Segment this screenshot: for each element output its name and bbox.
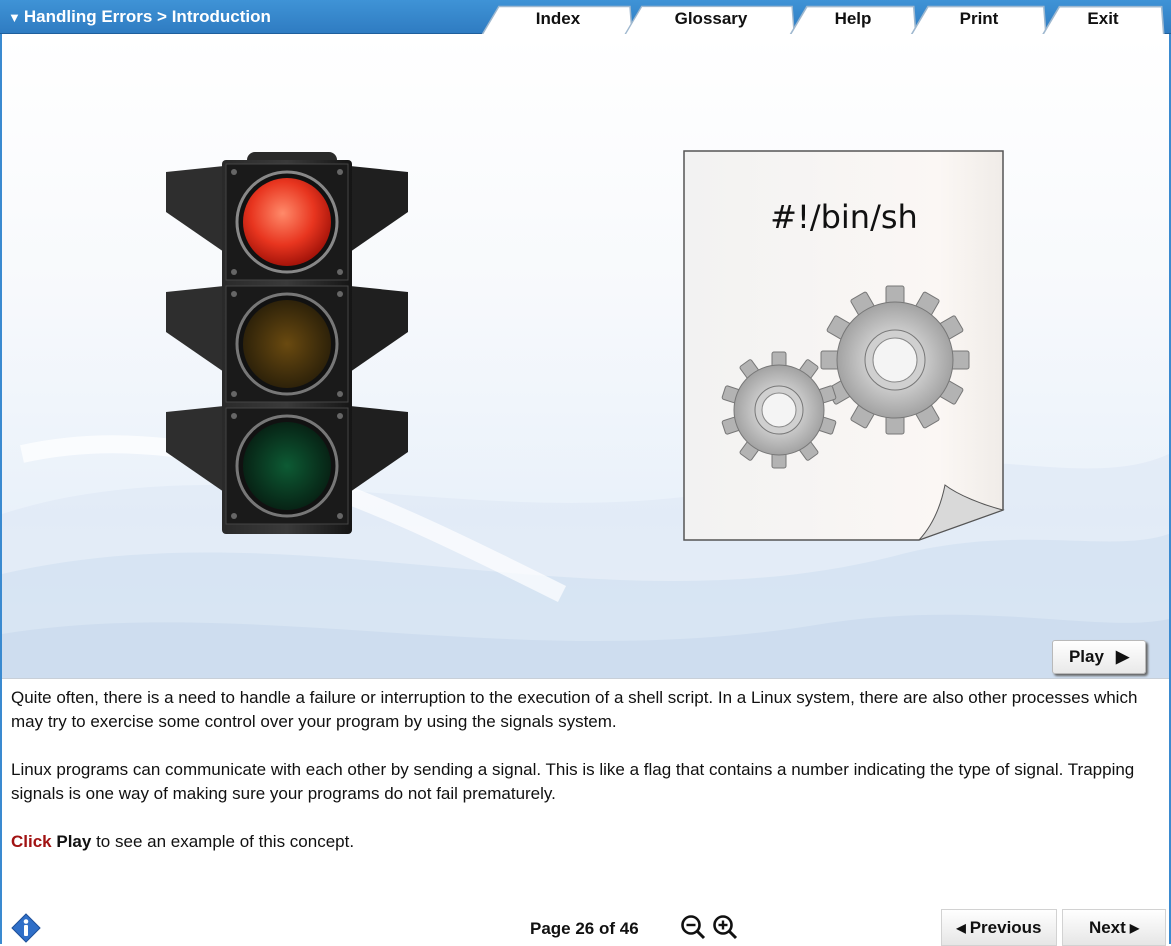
instruction-play: Play	[56, 832, 92, 851]
script-document: #!/bin/sh	[683, 150, 1005, 542]
instruction-click: Click	[11, 832, 52, 851]
instruction: Click Play to see an example of this con…	[11, 830, 1151, 854]
tab-index[interactable]: Index	[475, 5, 633, 47]
header-tabs: Index Glossary Help Print Exit	[475, 4, 1165, 52]
next-label: Next	[1088, 917, 1126, 937]
paragraph-2: Linux programs can communicate with each…	[11, 760, 1135, 803]
next-arrow-icon: ▶	[1129, 920, 1140, 935]
paragraph-1: Quite often, there is a need to handle a…	[11, 688, 1138, 731]
zoom-out-icon[interactable]	[680, 914, 706, 940]
footer-bar: Page 26 of 46 ◀ Previous Next ▶	[0, 904, 1171, 946]
page-indicator: Page 26 of 46	[530, 919, 639, 938]
breadcrumb-text: Handling Errors > Introduction	[23, 7, 271, 26]
breadcrumb: ▼ Handling Errors > Introduction	[8, 7, 271, 27]
play-button[interactable]: Play ▶	[1052, 640, 1146, 674]
gears-icon	[721, 285, 970, 469]
collapse-triangle-icon[interactable]: ▼	[8, 10, 21, 25]
instruction-rest: to see an example of this concept.	[91, 832, 355, 851]
play-label: Play	[1068, 647, 1104, 666]
shebang-text: #!/bin/sh	[770, 198, 918, 236]
next-button[interactable]: Next ▶	[1062, 909, 1166, 946]
header-bar: ▼ Handling Errors > Introduction Index G…	[0, 0, 1171, 52]
narration-text: Quite often, there is a need to handle a…	[11, 686, 1151, 878]
zoom-in-icon[interactable]	[712, 914, 738, 940]
previous-arrow-icon: ◀	[956, 920, 966, 935]
previous-label: Previous	[969, 917, 1042, 937]
tab-glossary[interactable]: Glossary	[619, 5, 795, 45]
tab-exit[interactable]: Exit	[1033, 5, 1165, 52]
traffic-light-icon	[166, 152, 408, 534]
play-triangle-icon: ▶	[1115, 647, 1130, 666]
tab-help[interactable]: Help	[781, 5, 917, 51]
tab-print[interactable]: Print	[903, 5, 1047, 49]
previous-button[interactable]: ◀ Previous	[941, 909, 1057, 946]
animation-stage: #!/bin/sh Play ▶	[2, 34, 1169, 679]
info-icon[interactable]	[11, 913, 41, 943]
